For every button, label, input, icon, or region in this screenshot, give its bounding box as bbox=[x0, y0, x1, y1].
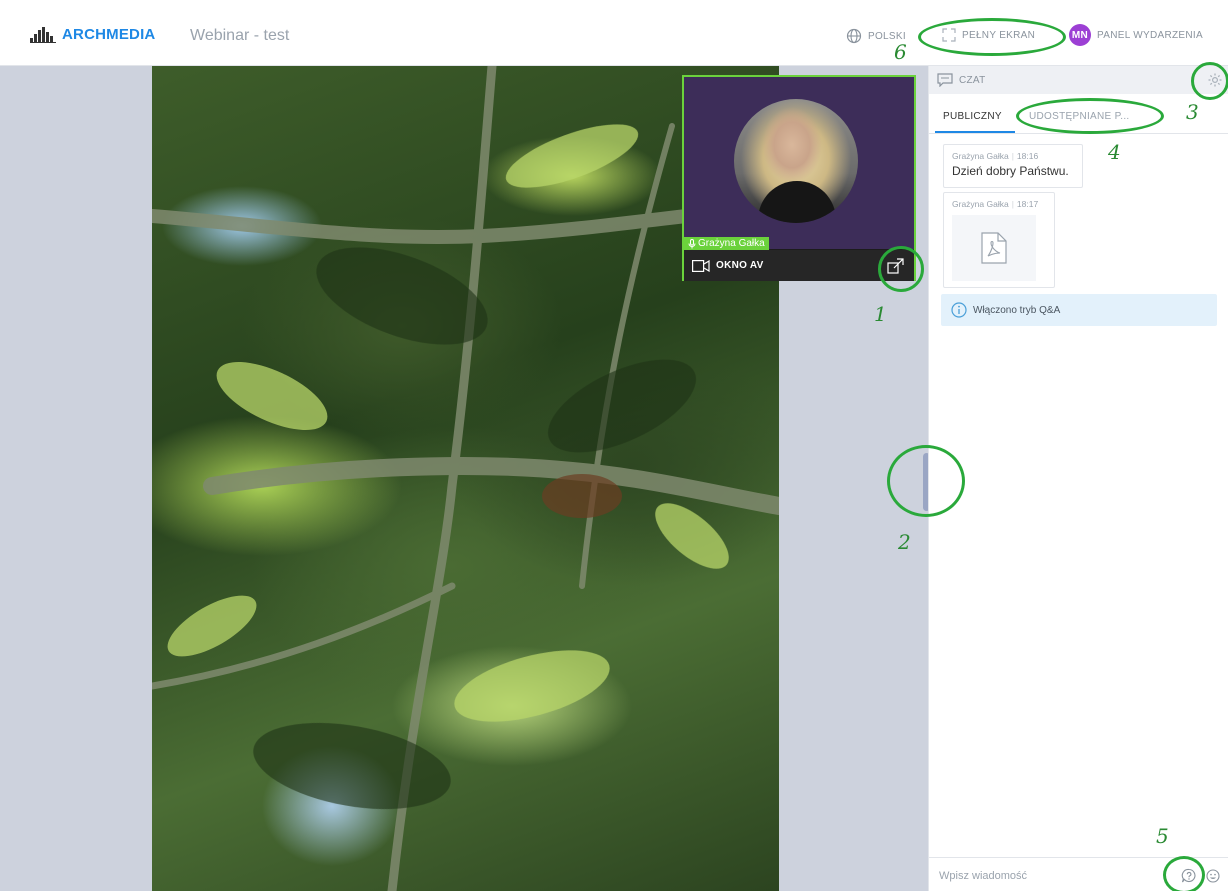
logo-mark-icon bbox=[30, 27, 58, 43]
pdf-icon bbox=[981, 232, 1007, 264]
presenter-name: Grażyna Gałka bbox=[698, 238, 765, 249]
annotation-number-4: 4 bbox=[1108, 140, 1121, 164]
av-window-bar: OKNO AV bbox=[684, 250, 914, 281]
question-bubble-icon bbox=[1181, 868, 1196, 883]
chat-message: Grażyna Gałka | 18:16 Dzień dobry Państwu. bbox=[943, 144, 1083, 188]
av-window-label: OKNO AV bbox=[716, 260, 764, 271]
message-text: Dzień dobry Państwu. bbox=[952, 164, 1069, 178]
event-panel-label: PANEL WYDARZENIA bbox=[1097, 29, 1203, 41]
event-panel-button[interactable]: MN PANEL WYDARZENIA bbox=[1069, 24, 1203, 46]
qa-mode-notice: Włączono tryb Q&A bbox=[941, 294, 1217, 326]
annotation-number-2: 2 bbox=[898, 530, 911, 554]
chat-input-bar bbox=[929, 857, 1228, 891]
expand-window-icon bbox=[887, 258, 904, 274]
presenter-figure bbox=[758, 181, 836, 223]
message-time: 18:16 bbox=[1016, 151, 1039, 161]
emoji-icon bbox=[1206, 869, 1220, 883]
active-tab-indicator bbox=[935, 131, 1015, 133]
emoji-button[interactable] bbox=[1205, 868, 1221, 884]
message-author: Grażyna Gałka bbox=[952, 199, 1009, 209]
message-meta: Grażyna Gałka | 18:16 bbox=[952, 151, 1039, 161]
question-button[interactable] bbox=[1180, 867, 1198, 885]
annotation-number-6: 6 bbox=[894, 40, 907, 64]
av-expand-button[interactable] bbox=[884, 254, 908, 278]
top-bar: ARCHMEDIA Webinar - test POLSKI PEŁNY EK… bbox=[0, 0, 1228, 66]
chat-header-label: CZAT bbox=[959, 74, 986, 86]
chat-message-attachment: Grażyna Gałka | 18:17 bbox=[943, 192, 1055, 288]
message-meta: Grażyna Gałka | 18:17 bbox=[952, 199, 1039, 209]
user-avatar: MN bbox=[1069, 24, 1091, 46]
presenter-video: Grażyna Gałka bbox=[684, 77, 914, 250]
gear-icon bbox=[1208, 73, 1222, 87]
info-icon bbox=[951, 302, 967, 318]
chat-tabs: PUBLICZNY UDOSTĘPNIANE P... bbox=[929, 100, 1228, 134]
annotation-number-3: 3 bbox=[1186, 100, 1199, 124]
camera-icon bbox=[692, 259, 710, 272]
qa-notice-text: Włączono tryb Q&A bbox=[973, 304, 1061, 316]
brand-logo[interactable]: ARCHMEDIA bbox=[30, 26, 155, 43]
brand-name: ARCHMEDIA bbox=[62, 26, 156, 43]
presenter-name-tag: Grażyna Gałka bbox=[684, 237, 769, 250]
tab-shared-files[interactable]: UDOSTĘPNIANE P... bbox=[1029, 111, 1130, 122]
file-attachment[interactable] bbox=[952, 215, 1036, 281]
fullscreen-icon bbox=[942, 28, 956, 42]
chat-panel: CZAT PUBLICZNY UDOSTĘPNIANE P... Grażyna… bbox=[928, 66, 1228, 891]
annotation-number-5: 5 bbox=[1156, 824, 1169, 848]
tab-public[interactable]: PUBLICZNY bbox=[943, 111, 1002, 122]
chat-message-input[interactable] bbox=[939, 866, 1159, 886]
chat-settings-button[interactable] bbox=[1205, 70, 1225, 90]
microphone-icon bbox=[688, 238, 696, 248]
annotation-number-1: 1 bbox=[874, 302, 887, 326]
fullscreen-button[interactable]: PEŁNY EKRAN bbox=[942, 28, 1035, 42]
av-window[interactable]: Grażyna Gałka OKNO AV bbox=[682, 75, 916, 281]
fullscreen-label: PEŁNY EKRAN bbox=[962, 29, 1036, 41]
event-title: Webinar - test bbox=[190, 27, 290, 44]
globe-icon bbox=[846, 28, 862, 44]
presenter-photo bbox=[734, 99, 858, 223]
chat-header: CZAT bbox=[929, 66, 1228, 94]
message-author: Grażyna Gałka bbox=[952, 151, 1009, 161]
chat-icon bbox=[937, 73, 953, 87]
message-time: 18:17 bbox=[1016, 199, 1039, 209]
